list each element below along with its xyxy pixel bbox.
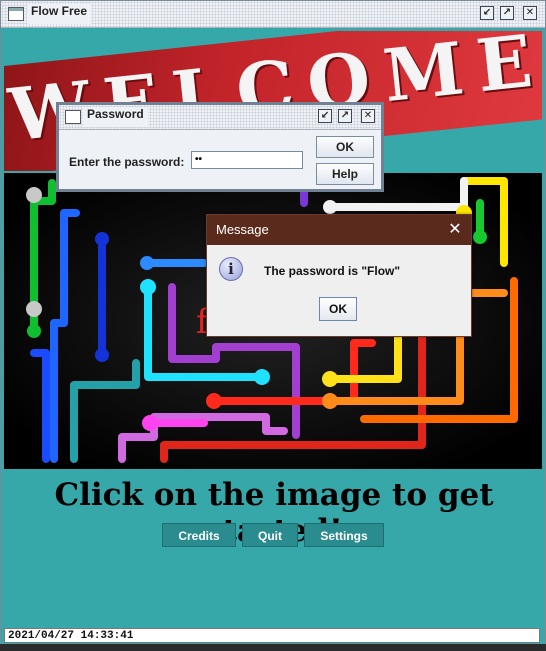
message-dialog: Message ✕ i The password is "Flow" OK <box>206 214 472 337</box>
password-label: Enter the password: <box>69 155 185 169</box>
message-close-icon[interactable]: ✕ <box>445 219 465 239</box>
message-titlebar[interactable]: Message ✕ <box>207 215 471 245</box>
message-text: The password is "Flow" <box>264 264 401 278</box>
main-titlebar[interactable]: Flow Free ↙ ↗ ✕ <box>1 1 545 28</box>
dialog-minimize-icon[interactable]: ↙ <box>318 109 332 123</box>
quit-button[interactable]: Quit <box>242 523 298 547</box>
message-dialog-title: Message <box>216 222 269 237</box>
maximize-icon[interactable]: ↗ <box>500 6 514 20</box>
password-dialog-title: Password <box>83 107 148 127</box>
info-icon: i <box>219 257 243 281</box>
password-ok-button[interactable]: OK <box>316 136 374 158</box>
password-help-button[interactable]: Help <box>316 163 374 185</box>
status-timestamp: 2021/04/27 14:33:41 <box>8 630 134 642</box>
window-icon <box>8 7 24 21</box>
close-icon[interactable]: ✕ <box>523 6 537 20</box>
bottom-strip <box>0 644 546 651</box>
minimize-icon[interactable]: ↙ <box>480 6 494 20</box>
password-dialog: Password ↙ ↗ ✕ Enter the password: •• OK… <box>56 102 384 192</box>
window-title: Flow Free <box>27 4 92 24</box>
password-input[interactable]: •• <box>191 151 303 169</box>
dialog-close-icon[interactable]: ✕ <box>361 109 375 123</box>
dialog-maximize-icon[interactable]: ↗ <box>338 109 352 123</box>
password-titlebar[interactable]: Password ↙ ↗ ✕ <box>59 105 381 130</box>
message-ok-button[interactable]: OK <box>319 297 357 321</box>
settings-button[interactable]: Settings <box>304 523 384 547</box>
dialog-window-icon <box>65 110 81 124</box>
status-bar: 2021/04/27 14:33:41 <box>4 628 540 643</box>
credits-button[interactable]: Credits <box>162 523 236 547</box>
